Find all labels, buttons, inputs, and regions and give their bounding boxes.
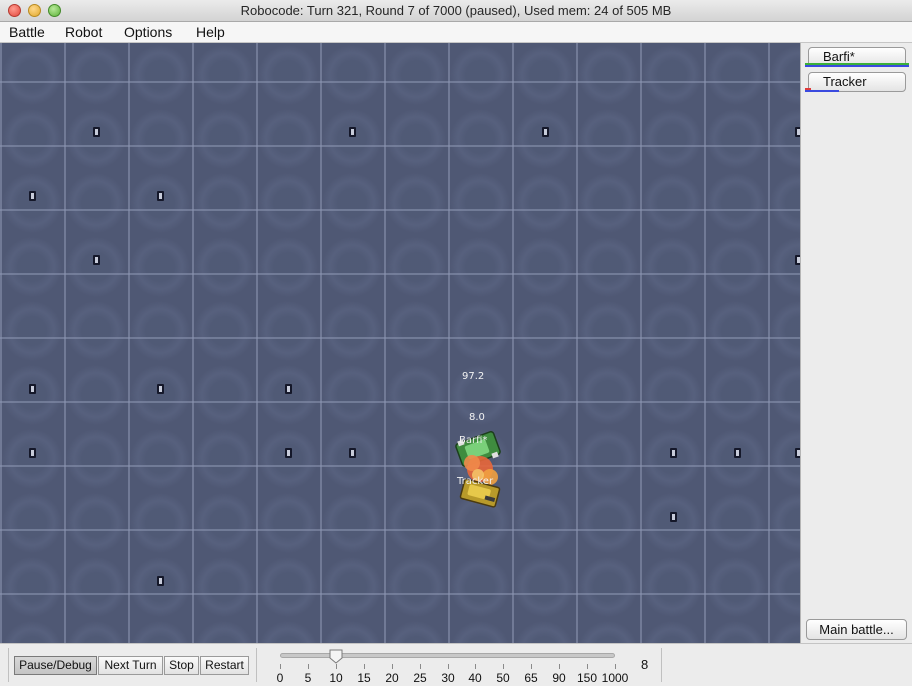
floor-rivet-icon bbox=[282, 446, 296, 460]
slider-tick-label: 0 bbox=[276, 671, 284, 685]
slider-tick bbox=[280, 664, 281, 669]
robot-name-label: Barfi* bbox=[459, 435, 488, 446]
floor-rivet-icon bbox=[731, 446, 745, 460]
bullet-power-label: 8.0 bbox=[469, 412, 485, 423]
robot-name-label: Tracker bbox=[457, 476, 494, 487]
stop-button[interactable]: Stop bbox=[164, 656, 199, 675]
slider-tick-label: 50 bbox=[496, 671, 510, 685]
menu-battle[interactable]: Battle bbox=[9, 23, 45, 42]
slider-tick-label: 5 bbox=[304, 671, 312, 685]
slider-tick bbox=[420, 664, 421, 669]
menu-help[interactable]: Help bbox=[196, 23, 225, 42]
title-bar: Robocode: Turn 321, Round 7 of 7000 (pau… bbox=[0, 0, 912, 22]
robot-button-tracker[interactable]: Tracker bbox=[808, 72, 906, 92]
slider-tick-label: 30 bbox=[441, 671, 455, 685]
floor-rivet-icon bbox=[154, 382, 168, 396]
slider-tick bbox=[364, 664, 365, 669]
minimize-icon[interactable] bbox=[28, 4, 41, 17]
robocode-window: Robocode: Turn 321, Round 7 of 7000 (pau… bbox=[0, 0, 912, 686]
floor-rivet-icon bbox=[792, 253, 800, 267]
floor-rivet-icon bbox=[154, 574, 168, 588]
slider-tick-label: 25 bbox=[413, 671, 427, 685]
robot-energy-label: 97.2 bbox=[462, 371, 485, 382]
floor-rivet-icon bbox=[792, 446, 800, 460]
slider-tick-label: 1000 bbox=[601, 671, 629, 685]
robot-button-label: Barfi* bbox=[823, 49, 855, 64]
gun-heat-bar bbox=[805, 65, 909, 67]
menu-robot[interactable]: Robot bbox=[65, 23, 102, 42]
battlefield[interactable]: 97.2 8.0 Barfi* Tracker bbox=[0, 43, 800, 643]
separator bbox=[8, 648, 9, 682]
pause-debug-button[interactable]: Pause/Debug bbox=[14, 656, 97, 675]
maximize-icon[interactable] bbox=[48, 4, 61, 17]
floor-rivet-icon bbox=[282, 382, 296, 396]
slider-tick bbox=[475, 664, 476, 669]
robot-list-panel: Barfi* Tracker Main battle... bbox=[800, 43, 912, 643]
menu-bar: Battle Robot Options Help bbox=[0, 22, 912, 43]
floor-rivet-icon bbox=[346, 125, 360, 139]
control-bar: Pause/Debug Next Turn Stop Restart 0 5 10 1… bbox=[0, 643, 912, 686]
slider-tick-label: 65 bbox=[524, 671, 538, 685]
floor-rivet-icon bbox=[667, 510, 681, 524]
slider-tick bbox=[503, 664, 504, 669]
main-battle-button[interactable]: Main battle... bbox=[806, 619, 907, 640]
floor-rivet-icon bbox=[539, 125, 553, 139]
floor-rivet-icon bbox=[154, 189, 168, 203]
separator bbox=[661, 648, 662, 682]
slider-tick-label: 20 bbox=[385, 671, 399, 685]
slider-tick bbox=[448, 664, 449, 669]
slider-tick bbox=[587, 664, 588, 669]
speed-value: 8 bbox=[641, 657, 649, 672]
slider-tick bbox=[559, 664, 560, 669]
floor-rivet-icon bbox=[26, 189, 40, 203]
floor-rivet-icon bbox=[26, 446, 40, 460]
slider-tick-label: 40 bbox=[468, 671, 482, 685]
floor-rivet-icon bbox=[792, 125, 800, 139]
floor-rivet-icon bbox=[667, 446, 681, 460]
floor-rivet-icon bbox=[26, 382, 40, 396]
floor-rivet-icon bbox=[346, 446, 360, 460]
window-title: Robocode: Turn 321, Round 7 of 7000 (pau… bbox=[240, 3, 672, 18]
floor-rivet-icon bbox=[90, 253, 104, 267]
slider-tick-label: 10 bbox=[329, 671, 343, 685]
restart-button[interactable]: Restart bbox=[200, 656, 249, 675]
menu-options[interactable]: Options bbox=[124, 23, 172, 42]
floor-rivet-icon bbox=[90, 125, 104, 139]
slider-tick bbox=[615, 664, 616, 669]
slider-tick-label: 90 bbox=[552, 671, 566, 685]
slider-tick-label: 150 bbox=[576, 671, 598, 685]
close-icon[interactable] bbox=[8, 4, 21, 17]
slider-tick bbox=[308, 664, 309, 669]
separator bbox=[256, 648, 257, 682]
slider-tick bbox=[336, 664, 337, 669]
slider-thumb-icon[interactable] bbox=[328, 649, 344, 664]
next-turn-button[interactable]: Next Turn bbox=[98, 656, 163, 675]
slider-tick bbox=[531, 664, 532, 669]
robot-button-label: Tracker bbox=[823, 74, 867, 89]
slider-tick-label: 15 bbox=[357, 671, 371, 685]
slider-tick bbox=[392, 664, 393, 669]
gun-heat-bar bbox=[805, 90, 839, 92]
